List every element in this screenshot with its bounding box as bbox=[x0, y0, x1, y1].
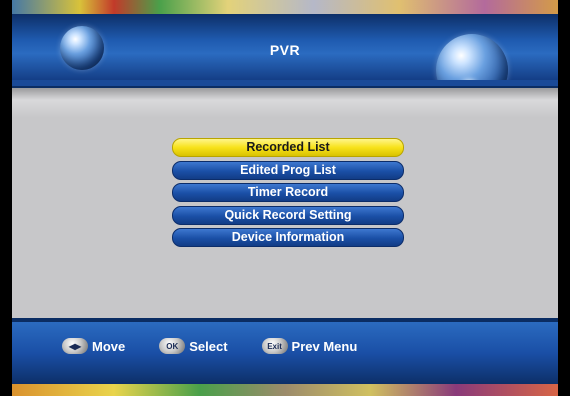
left-border bbox=[0, 0, 12, 396]
silver-band bbox=[12, 88, 558, 118]
menu-item-quick-record-setting[interactable]: Quick Record Setting bbox=[172, 205, 404, 225]
header-divider bbox=[12, 80, 558, 88]
hint-prev-menu-label: Prev Menu bbox=[291, 338, 358, 354]
exit-icon: Exit bbox=[261, 338, 288, 354]
ok-icon: OK bbox=[159, 338, 186, 354]
move-arrows-icon: ◀▶ bbox=[62, 338, 88, 354]
menu-item-device-information[interactable]: Device Information bbox=[172, 228, 404, 247]
footer-bar: ◀▶ Move OK Select Exit Prev Menu bbox=[12, 322, 558, 384]
hint-select-label: Select bbox=[189, 338, 228, 354]
pvr-menu: Recorded List Edited Prog List Timer Rec… bbox=[172, 138, 404, 251]
menu-item-recorded-list[interactable]: Recorded List bbox=[172, 138, 404, 157]
menu-item-edited-prog-list[interactable]: Edited Prog List bbox=[172, 160, 404, 180]
hint-move: ◀▶ Move bbox=[62, 338, 125, 354]
hint-select: OK Select bbox=[159, 338, 228, 354]
right-border bbox=[558, 0, 570, 396]
header-bar: PVR bbox=[12, 14, 558, 106]
hint-prev-menu: Exit Prev Menu bbox=[261, 338, 358, 354]
menu-item-timer-record[interactable]: Timer Record bbox=[172, 183, 404, 202]
pvr-menu-screen: PVR Recorded List Edited Prog List Timer… bbox=[12, 14, 558, 384]
key-hints: ◀▶ Move OK Select Exit Prev Menu bbox=[62, 338, 357, 354]
hint-move-label: Move bbox=[92, 338, 126, 354]
